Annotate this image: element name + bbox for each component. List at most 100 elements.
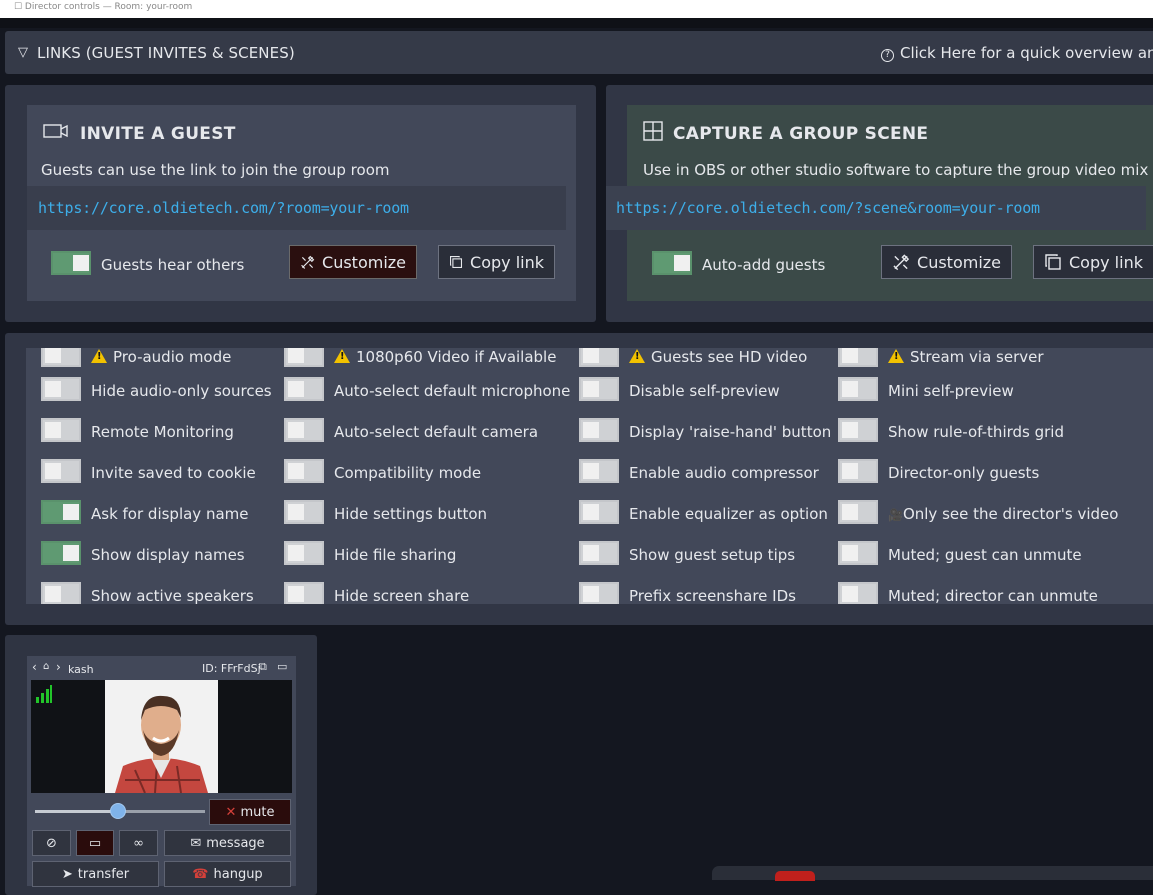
toggle-knob <box>842 463 858 479</box>
help-icon: ? <box>881 49 894 62</box>
option-toggle[interactable] <box>41 582 81 604</box>
option-label: Auto-select default camera <box>334 423 538 441</box>
option-toggle[interactable] <box>284 582 324 604</box>
option-label: Ask for display name <box>91 505 249 523</box>
volume-slider-handle[interactable] <box>110 803 126 819</box>
camera-toggle-button[interactable]: ▭ <box>76 830 114 856</box>
option-toggle[interactable] <box>838 418 878 442</box>
option-toggle[interactable] <box>41 541 81 565</box>
option-label-text: Ask for display name <box>91 505 249 523</box>
option-toggle[interactable] <box>41 418 81 442</box>
option-toggle[interactable] <box>579 500 619 524</box>
option-toggle[interactable] <box>579 541 619 565</box>
room-options-grid[interactable]: Pro-audio mode Hide audio-only sources Rem… <box>26 348 1153 604</box>
option-toggle[interactable] <box>838 459 878 483</box>
links-section-header[interactable]: ▽ LINKS (GUEST INVITES & SCENES) ? Click … <box>5 31 1153 74</box>
scene-customize-button[interactable]: Customize <box>881 245 1012 279</box>
option-label: Hide screen share <box>334 587 469 604</box>
option-label-text: Show guest setup tips <box>629 546 796 564</box>
option-toggle[interactable] <box>284 348 324 367</box>
option-label-text: Mini self-preview <box>888 382 1014 400</box>
message-button[interactable]: ✉ message <box>164 830 291 856</box>
toggle-knob <box>583 348 599 363</box>
option-label: Pro-audio mode <box>91 348 231 366</box>
option-label-text: Guests see HD video <box>651 348 808 366</box>
option-label-text: Hide audio-only sources <box>91 382 272 400</box>
option-toggle[interactable] <box>579 418 619 442</box>
option-label-text: Disable self-preview <box>629 382 780 400</box>
grid-icon <box>643 121 663 141</box>
option-label-text: Muted; guest can unmute <box>888 546 1082 564</box>
transfer-label: transfer <box>77 866 130 882</box>
option-toggle[interactable] <box>579 459 619 483</box>
toggle-knob <box>288 545 304 561</box>
option-label: 🎥Only see the director's video <box>888 505 1118 523</box>
option-toggle[interactable] <box>284 500 324 524</box>
chevron-left-icon[interactable]: ‹ <box>32 660 37 674</box>
bottom-red-button[interactable] <box>775 871 815 881</box>
camera-small-icon: ▭ <box>88 835 102 851</box>
option-toggle[interactable] <box>41 500 81 524</box>
option-toggle[interactable] <box>284 377 324 401</box>
guest-invite-link[interactable]: https://core.oldietech.com/?room=your-ro… <box>38 199 409 217</box>
toggle-knob <box>45 422 61 438</box>
option-label-text: Hide settings button <box>334 505 488 523</box>
option-toggle[interactable] <box>41 459 81 483</box>
option-label-text: Hide file sharing <box>334 546 457 564</box>
option-label-text: Compatibility mode <box>334 464 482 482</box>
option-toggle[interactable] <box>284 418 324 442</box>
mute-label: mute <box>240 804 275 820</box>
option-toggle[interactable] <box>838 582 878 604</box>
toggle-knob <box>583 586 599 602</box>
copy-id-icon[interactable]: ⧉ <box>259 660 267 674</box>
option-label-text: Enable audio compressor <box>629 464 819 482</box>
toggle-knob <box>842 545 858 561</box>
option-toggle[interactable] <box>579 582 619 604</box>
toggle-knob <box>288 381 304 397</box>
option-label-text: Prefix screenshare IDs <box>629 587 796 604</box>
option-toggle[interactable] <box>284 541 324 565</box>
option-toggle[interactable] <box>838 377 878 401</box>
option-label: Remote Monitoring <box>91 423 234 441</box>
option-label: Enable equalizer as option <box>629 505 828 523</box>
scene-customize-label: Customize <box>917 252 1001 272</box>
toggle-knob <box>45 381 61 397</box>
toggle-knob <box>842 381 858 397</box>
option-toggle[interactable] <box>579 377 619 401</box>
chevron-right-icon[interactable]: › <box>56 660 61 674</box>
hangup-button[interactable]: ☎ hangup <box>164 861 291 887</box>
minimize-icon[interactable]: ▭ <box>277 660 287 673</box>
guest-copy-label: Copy link <box>470 252 544 272</box>
transfer-button[interactable]: ➤ transfer <box>32 861 159 887</box>
option-label: Display 'raise-hand' button <box>629 423 831 441</box>
option-toggle[interactable] <box>284 459 324 483</box>
toggle-knob <box>63 504 79 520</box>
scene-copy-link-button[interactable]: Copy link <box>1033 245 1153 279</box>
option-toggle[interactable] <box>41 377 81 401</box>
option-toggle[interactable] <box>838 541 878 565</box>
auto-add-guests-toggle[interactable] <box>652 251 692 275</box>
lock-icon[interactable]: ⌂ <box>43 661 49 672</box>
option-label: Show display names <box>91 546 245 564</box>
option-label: Stream via server <box>888 348 1044 366</box>
warning-icon <box>888 349 904 363</box>
collapse-triangle-icon[interactable]: ▽ <box>18 45 28 60</box>
guest-customize-button[interactable]: Customize <box>289 245 417 279</box>
warning-icon <box>91 349 107 363</box>
option-label-text: Show display names <box>91 546 245 564</box>
option-toggle[interactable] <box>579 348 619 367</box>
hide-video-button[interactable]: ⊘ <box>32 830 71 856</box>
solo-view-button[interactable]: ∞ <box>119 830 158 856</box>
option-label-text: Show active speakers <box>91 587 254 604</box>
option-toggle[interactable] <box>838 348 878 367</box>
guests-hear-others-toggle[interactable] <box>51 251 91 275</box>
guest-copy-link-button[interactable]: Copy link <box>438 245 555 279</box>
option-toggle[interactable] <box>41 348 81 367</box>
quick-overview-link[interactable]: ? Click Here for a quick overview and <box>881 44 1153 62</box>
option-label-text: Auto-select default microphone <box>334 382 571 400</box>
guest-id: ID: FFrFdSj <box>202 662 261 675</box>
option-label: Hide settings button <box>334 505 487 523</box>
option-toggle[interactable] <box>838 500 878 524</box>
mute-button[interactable]: ✕ mute <box>209 799 291 825</box>
scene-link[interactable]: https://core.oldietech.com/?scene&room=y… <box>616 199 1040 217</box>
